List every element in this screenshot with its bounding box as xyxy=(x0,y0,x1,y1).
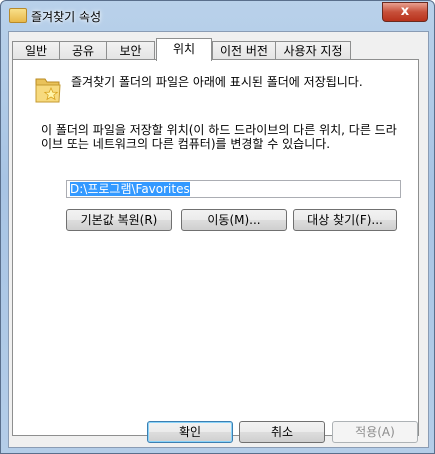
close-button[interactable]: x xyxy=(382,2,428,22)
cancel-button[interactable]: 취소 xyxy=(239,421,325,443)
favorites-folder-icon xyxy=(35,78,61,103)
location-change-description: 이 폴더의 파일을 저장할 위치(이 하드 드라이브의 다른 위치, 다른 드라… xyxy=(41,123,397,151)
location-description: 즐겨찾기 폴더의 파일은 아래에 표시된 폴더에 저장됩니다. xyxy=(71,75,363,89)
dialog-client-area: 일반 공유 보안 위치 이전 버전 사용자 지정 즐겨찾기 폴더의 파일은 아래… xyxy=(8,31,429,448)
properties-dialog: 즐겨찾기 속성 x 일반 공유 보안 위치 이전 버전 사용자 지정 즐겨찾기 … xyxy=(0,0,435,454)
tab-customize[interactable]: 사용자 지정 xyxy=(275,41,351,60)
move-button[interactable]: 이동(M)... xyxy=(181,209,287,231)
folder-path-value: D:\프로그램\Favorites xyxy=(70,182,190,196)
tab-location[interactable]: 위치 xyxy=(156,38,212,61)
window-title: 즐겨찾기 속성 xyxy=(31,10,102,24)
tab-sharing[interactable]: 공유 xyxy=(59,41,107,60)
tab-general[interactable]: 일반 xyxy=(12,41,60,60)
folder-icon xyxy=(9,8,27,23)
tab-previous-versions[interactable]: 이전 버전 xyxy=(212,41,276,60)
restore-default-button[interactable]: 기본값 복원(R) xyxy=(66,209,172,231)
location-tab-panel: 즐겨찾기 폴더의 파일은 아래에 표시된 폴더에 저장됩니다. 이 폴더의 파일… xyxy=(12,59,419,436)
title-bar[interactable]: 즐겨찾기 속성 x xyxy=(1,1,434,31)
tab-security[interactable]: 보안 xyxy=(106,41,155,60)
folder-path-input[interactable]: D:\프로그램\Favorites xyxy=(66,180,401,198)
ok-button[interactable]: 확인 xyxy=(147,421,233,443)
find-target-button[interactable]: 대상 찾기(F)... xyxy=(293,209,397,231)
apply-button[interactable]: 적용(A) xyxy=(332,421,418,443)
